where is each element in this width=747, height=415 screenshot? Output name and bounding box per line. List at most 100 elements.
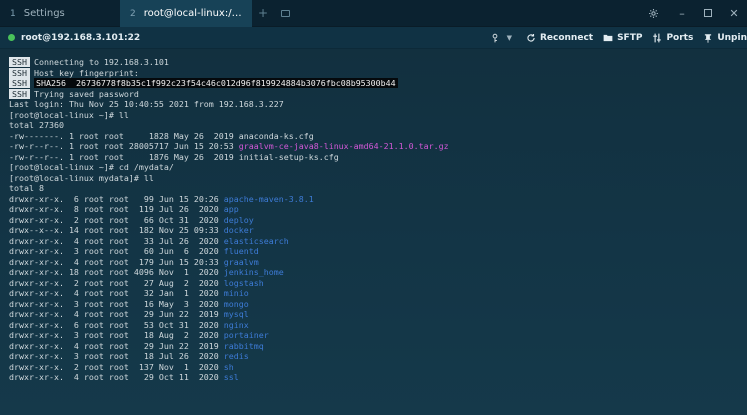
directory-name: fluentd	[223, 246, 259, 256]
tab-bar: 1 Settings 2 root@local-linux:/myd... + …	[0, 0, 747, 27]
chevron-down-icon: ▼	[506, 33, 512, 42]
directory-meta: drwxr-xr-x. 6 root root 99 Jun 15 20:26	[9, 193, 224, 204]
terminal-output[interactable]: SSH Connecting to 192.168.3.101 SSH Host ke…	[0, 49, 747, 415]
ports-button[interactable]: Ports	[652, 33, 693, 43]
tab-label: root@local-linux:/myd...	[143, 8, 242, 19]
ssh-badge: SSH	[9, 67, 30, 78]
directory-meta: drwxr-xr-x. 4 root root 179 Jun 15 20:33	[9, 256, 224, 267]
host-key-fingerprint: SHA256 26736778f8b35c1f992c23f54c46c012d…	[34, 78, 398, 88]
minimize-icon[interactable]: –	[669, 0, 695, 26]
directory-meta: drwxr-xr-x. 3 root root 60 Jun 6 2020	[9, 246, 224, 256]
session-toolbar: root@192.168.3.101:22 ▼ Reconnect SFTP P…	[0, 27, 747, 49]
split-tab-icon[interactable]	[274, 0, 296, 26]
total-line: total 27360	[9, 120, 64, 130]
directory-row: drwxr-xr-x. 3 root root 60 Jun 6 2020 fl…	[9, 246, 747, 257]
directory-meta: drwx--x--x. 14 root root 182 Nov 25 09:3…	[9, 225, 224, 235]
file-row: -rw-r--r--. 1 root root 1876 May 26 2019…	[9, 152, 747, 163]
directory-row: drwxr-xr-x. 6 root root 53 Oct 31 2020 n…	[9, 320, 747, 331]
directory-meta: drwxr-xr-x. 2 root root 66 Oct 31 2020	[9, 214, 224, 225]
file-name: anaconda-ks.cfg	[238, 130, 314, 141]
ssh-badge: SSH	[9, 78, 30, 88]
directory-name: graalvm	[223, 256, 259, 267]
directory-row: drwxr-xr-x. 4 root root 179 Jun 15 20:33…	[9, 257, 747, 268]
file-meta: -rw-------. 1 root root 1828 May 26 2019	[9, 130, 239, 141]
gear-icon[interactable]	[637, 0, 669, 26]
tab-settings[interactable]: 1 Settings	[0, 0, 120, 27]
new-tab-plus-icon[interactable]: +	[252, 0, 274, 26]
reconnect-label: Reconnect	[539, 32, 594, 43]
directory-meta: drwxr-xr-x. 2 root root 137 Nov 1 2020	[9, 361, 224, 372]
directory-name: minio	[223, 288, 249, 298]
directory-name: app	[223, 204, 239, 214]
directory-row: drwxr-xr-x. 2 root root 137 Nov 1 2020 s…	[9, 362, 747, 373]
file-name: graalvm-ce-java8-linux-amd64-21.1.0.tar.…	[238, 141, 449, 151]
file-listing: -rw-------. 1 root root 1828 May 26 2019…	[9, 131, 747, 163]
close-icon[interactable]: ✕	[721, 0, 747, 26]
directory-row: drwxr-xr-x. 4 root root 32 Jan 1 2020 mi…	[9, 288, 747, 299]
directory-meta: drwxr-xr-x. 4 root root 33 Jul 26 2020	[9, 235, 224, 246]
directory-row: drwxr-xr-x. 4 root root 29 Jun 22 2019 r…	[9, 341, 747, 352]
prompt-line: [root@local-linux ~]# ll	[9, 109, 129, 120]
directory-row: drwxr-xr-x. 4 root root 33 Jul 26 2020 e…	[9, 236, 747, 247]
directory-name: portainer	[223, 330, 269, 340]
ssh-line: SSH Trying saved password	[9, 88, 747, 100]
sftp-label: SFTP	[617, 32, 643, 43]
directory-row: drwxr-xr-x. 3 root root 18 Aug 2 2020 po…	[9, 330, 747, 341]
ssh-message: Host key fingerprint:	[34, 67, 139, 78]
directory-row: drwxr-xr-x. 3 root root 18 Jul 26 2020 r…	[9, 351, 747, 362]
reconnect-icon	[527, 33, 535, 42]
reconnect-button[interactable]: Reconnect	[526, 33, 593, 43]
directory-name: redis	[223, 351, 249, 361]
sftp-button[interactable]: SFTP	[603, 33, 642, 43]
directory-listing: drwxr-xr-x. 6 root root 99 Jun 15 20:26 …	[9, 194, 747, 383]
directory-name: nginx	[223, 319, 249, 330]
total-line: total 8	[9, 183, 44, 193]
directory-meta: drwxr-xr-x. 3 root root 18 Aug 2 2020	[9, 330, 224, 340]
connection-status-icon	[8, 34, 15, 41]
tab-number: 2	[130, 8, 136, 19]
tabbar-spacer	[296, 0, 637, 26]
directory-meta: drwxr-xr-x. 4 root root 29 Jun 22 2019	[9, 309, 224, 319]
directory-meta: drwxr-xr-x. 3 root root 18 Jul 26 2020	[9, 351, 224, 361]
last-login-line: Last login: Thu Nov 25 10:40:55 2021 fro…	[9, 99, 284, 109]
tab-number: 1	[10, 8, 16, 19]
unpin-label: Unpin	[717, 32, 747, 43]
tab-terminal-session[interactable]: 2 root@local-linux:/myd...	[120, 0, 252, 27]
directory-name: mongo	[223, 298, 249, 309]
key-menu-button[interactable]: ▼	[490, 33, 512, 43]
prompt-line: [root@local-linux ~]# cd /mydata/	[9, 162, 174, 172]
directory-name: elasticsearch	[223, 235, 289, 246]
directory-meta: drwxr-xr-x. 8 root root 119 Jul 26 2020	[9, 204, 224, 214]
ssh-badge: SSH	[9, 57, 30, 67]
directory-row: drwxr-xr-x. 2 root root 27 Aug 2 2020 lo…	[9, 278, 747, 289]
file-row: -rw-r--r--. 1 root root 28005717 Jun 15 …	[9, 141, 747, 152]
directory-row: drwxr-xr-x. 3 root root 16 May 3 2020 mo…	[9, 299, 747, 310]
directory-row: drwxr-xr-x. 18 root root 4096 Nov 1 2020…	[9, 267, 747, 278]
directory-meta: drwxr-xr-x. 2 root root 27 Aug 2 2020	[9, 277, 224, 288]
directory-meta: drwxr-xr-x. 4 root root 29 Oct 11 2020	[9, 372, 224, 382]
directory-name: docker	[223, 225, 254, 235]
ssh-log: SSH Connecting to 192.168.3.101 SSH Host ke…	[9, 57, 747, 99]
directory-name: mysql	[223, 309, 249, 319]
ssh-line: SSH SHA256 26736778f8b35c1f992c23f54c46c0…	[9, 78, 747, 89]
directory-row: drwxr-xr-x. 2 root root 66 Oct 31 2020 d…	[9, 215, 747, 226]
ssh-line: SSH Connecting to 192.168.3.101	[9, 57, 747, 68]
ssh-line: SSH Host key fingerprint:	[9, 67, 747, 79]
directory-name: sh	[223, 361, 234, 372]
directory-row: drwxr-xr-x. 4 root root 29 Jun 22 2019 m…	[9, 309, 747, 320]
directory-row: drwx--x--x. 14 root root 182 Nov 25 09:3…	[9, 225, 747, 236]
maximize-icon[interactable]	[695, 0, 721, 26]
key-icon	[492, 33, 497, 42]
prompt-line: [root@local-linux mydata]# ll	[9, 172, 154, 183]
directory-meta: drwxr-xr-x. 18 root root 4096 Nov 1 2020	[9, 267, 224, 277]
ssh-badge: SSH	[9, 88, 30, 99]
directory-name: jenkins_home	[223, 267, 284, 277]
directory-meta: drwxr-xr-x. 3 root root 16 May 3 2020	[9, 298, 224, 309]
directory-row: drwxr-xr-x. 6 root root 99 Jun 15 20:26 …	[9, 194, 747, 205]
directory-meta: drwxr-xr-x. 6 root root 53 Oct 31 2020	[9, 319, 224, 330]
directory-row: drwxr-xr-x. 4 root root 29 Oct 11 2020 s…	[9, 372, 747, 383]
pin-icon	[705, 33, 712, 43]
unpin-button[interactable]: Unpin	[703, 33, 747, 43]
directory-meta: drwxr-xr-x. 4 root root 32 Jan 1 2020	[9, 288, 224, 298]
file-meta: -rw-r--r--. 1 root root 28005717 Jun 15 …	[9, 141, 239, 151]
